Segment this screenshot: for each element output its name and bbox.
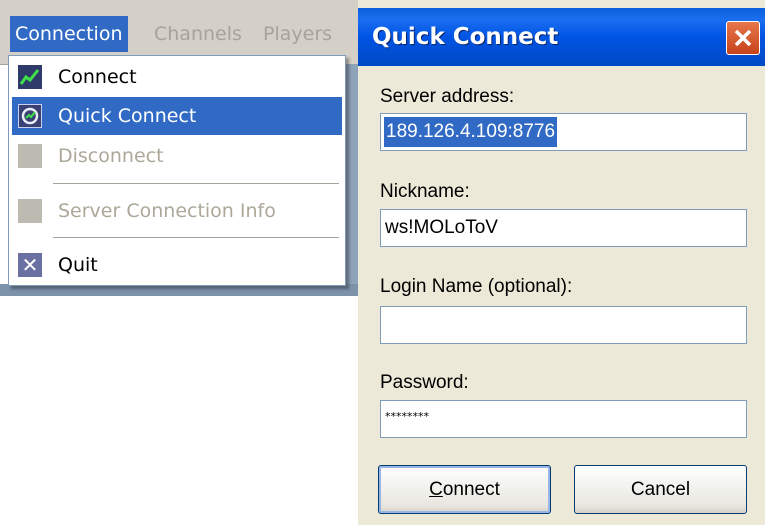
- close-button[interactable]: [726, 21, 760, 55]
- cancel-button[interactable]: Cancel: [574, 465, 747, 514]
- menu-players[interactable]: Players: [258, 16, 337, 52]
- password-mask: ********: [385, 410, 429, 423]
- menu-item-server-connection-info[interactable]: Server Connection Info: [12, 192, 342, 230]
- dialog-title: Quick Connect: [372, 24, 559, 50]
- login-name-label: Login Name (optional):: [380, 276, 573, 297]
- menu-item-label: Connect: [58, 66, 137, 88]
- menu-item-disconnect[interactable]: Disconnect: [12, 137, 342, 175]
- server-address-label: Server address:: [380, 86, 515, 107]
- connect-button-label: onnect: [442, 479, 500, 500]
- background-strip: [345, 64, 358, 296]
- quit-icon: ✕: [18, 253, 42, 277]
- menu-item-quit[interactable]: ✕ Quit: [12, 246, 342, 284]
- menu-channels[interactable]: Channels: [149, 16, 247, 52]
- dialog-titlebar[interactable]: Quick Connect: [358, 8, 765, 66]
- menu-item-label: Quit: [58, 254, 98, 276]
- server-address-value: 189.126.4.109:8776: [384, 117, 558, 147]
- login-name-input[interactable]: [380, 306, 747, 344]
- quick-connect-dialog: Quick Connect Server address: 189.126.4.…: [358, 0, 765, 525]
- connect-button[interactable]: Connect: [378, 465, 551, 514]
- connection-menu: Connect Quick Connect Disconnect Server …: [8, 55, 346, 286]
- menu-item-label: Quick Connect: [58, 105, 197, 127]
- disconnect-icon: [18, 144, 42, 168]
- menu-item-quick-connect[interactable]: Quick Connect: [12, 97, 342, 135]
- menu-connection[interactable]: Connection: [10, 16, 128, 52]
- nickname-input[interactable]: [380, 209, 747, 247]
- menu-item-connect[interactable]: Connect: [12, 58, 342, 96]
- connect-accelerator: C: [429, 479, 443, 500]
- quick-connect-icon: [18, 104, 42, 128]
- connect-icon: [18, 65, 42, 89]
- server-info-icon: [18, 199, 42, 223]
- password-label: Password:: [380, 372, 469, 393]
- password-input[interactable]: [380, 400, 747, 438]
- menu-separator: [53, 237, 339, 238]
- nickname-label: Nickname:: [380, 181, 470, 202]
- menu-separator: [53, 183, 339, 184]
- close-icon: [734, 29, 752, 47]
- menu-item-label: Disconnect: [58, 145, 164, 167]
- menu-item-label: Server Connection Info: [58, 200, 276, 222]
